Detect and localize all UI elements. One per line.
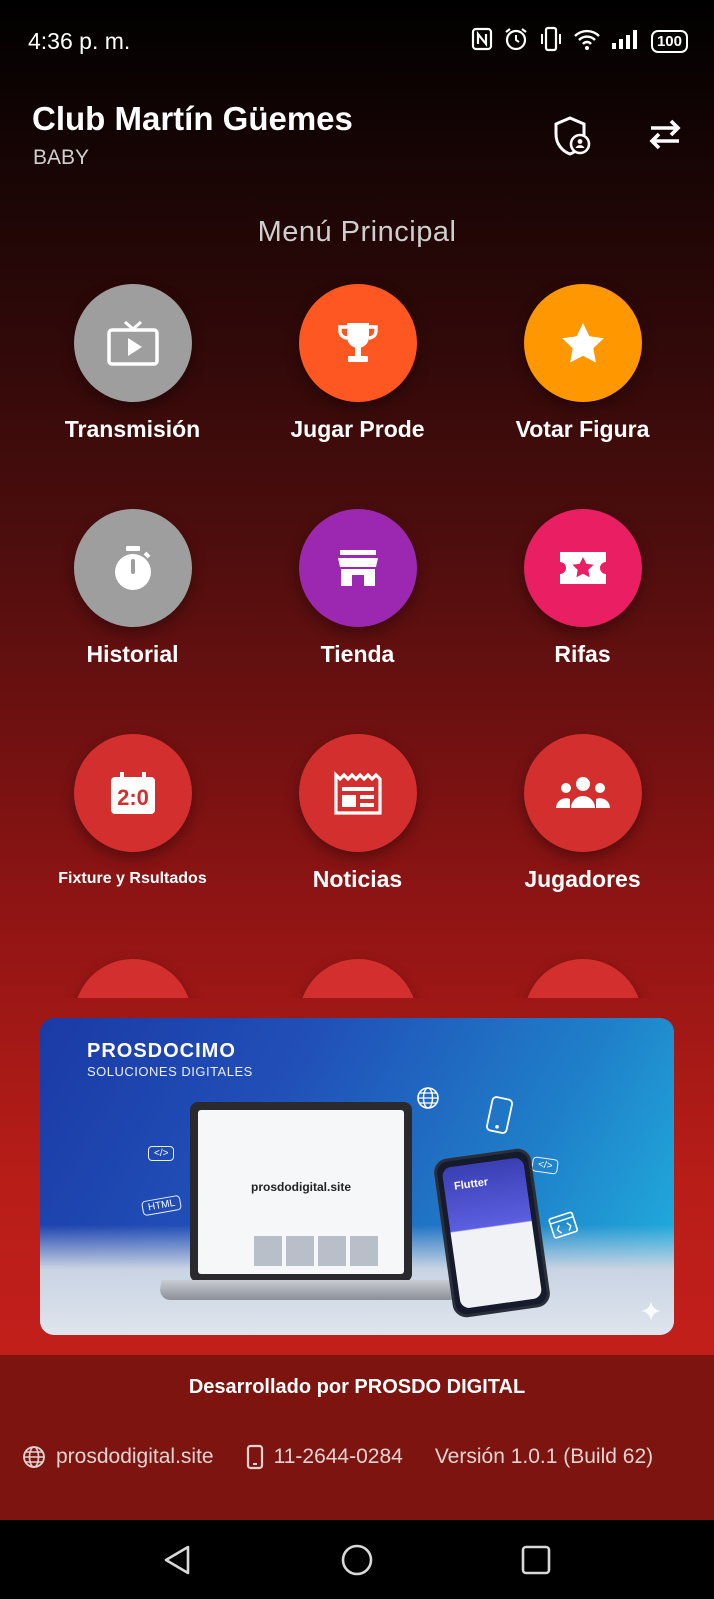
phone-text: 11-2644-0284 — [273, 1445, 403, 1468]
footer-info-row: prosdodigital.site 11-2644-0284 Versión … — [22, 1444, 653, 1470]
menu-item-jugadores[interactable]: Jugadores — [470, 734, 695, 893]
menu-label: Rifas — [554, 641, 611, 667]
menu-label: Historial — [86, 641, 179, 667]
banner-brand-sub: SOLUCIONES DIGITALES — [87, 1064, 253, 1079]
menu-label: Votar Figura — [515, 416, 650, 442]
code-tag: </> — [148, 1146, 175, 1161]
menu-icon — [73, 959, 192, 998]
phone-label: Flutter — [453, 1176, 489, 1193]
back-icon[interactable] — [160, 1542, 196, 1578]
menu-label: Jugadores — [524, 866, 641, 892]
app-screen: 4:36 p. m. 100 Club Martín Güemes BABY M… — [0, 0, 714, 1520]
menu-label: Transmisión — [64, 416, 201, 442]
menu-item-more-1[interactable] — [20, 959, 245, 998]
star-icon — [523, 284, 642, 402]
menu-label: Tienda — [320, 641, 395, 667]
promo-banner[interactable]: PROSDOCIMO SOLUCIONES DIGITALES </> HTML… — [40, 1018, 674, 1335]
store-icon — [298, 509, 417, 627]
menu-item-noticias[interactable]: Noticias — [245, 734, 470, 893]
trophy-icon — [298, 284, 417, 402]
phone-screen: Flutter — [441, 1156, 543, 1310]
laptop-site-text: prosdodigital.site — [250, 1180, 351, 1194]
menu-item-more-3[interactable] — [470, 959, 695, 998]
menu-grid: Menú Principal Transmisión Jugar Prode V… — [0, 0, 714, 998]
tv-icon — [73, 284, 192, 402]
scoreboard-icon: 2:0 — [73, 734, 192, 852]
menu-item-fixture[interactable]: 2:0 Fixture y Rsultados — [20, 734, 245, 888]
banner-brand: PROSDOCIMO — [87, 1040, 236, 1062]
version-text: Versión 1.0.1 (Build 62) — [434, 1445, 654, 1468]
menu-label: Jugar Prode — [290, 416, 425, 442]
phone-link[interactable]: 11-2644-0284 — [246, 1444, 403, 1470]
system-nav-bar — [0, 1520, 714, 1599]
html-tag: HTML — [140, 1194, 183, 1217]
menu-icon — [298, 959, 417, 998]
group-icon — [523, 734, 642, 852]
menu-item-rifas[interactable]: Rifas — [470, 509, 695, 668]
globe-icon — [416, 1086, 440, 1115]
code-tag: </> — [531, 1156, 560, 1175]
menu-label: Fixture y Rsultados — [58, 870, 207, 887]
svg-text:2:0: 2:0 — [117, 785, 149, 810]
stopwatch-icon — [73, 509, 192, 627]
home-icon[interactable] — [339, 1542, 375, 1578]
recents-icon[interactable] — [518, 1542, 554, 1578]
globe-icon — [22, 1445, 46, 1469]
menu-item-votar-figura[interactable]: Votar Figura — [470, 284, 695, 443]
developer-credit: Desarrollado por PROSDO DIGITAL — [188, 1376, 526, 1398]
menu-title: Menú Principal — [257, 216, 457, 248]
website-link[interactable]: prosdodigital.site — [22, 1445, 214, 1469]
laptop-base — [158, 1280, 464, 1300]
menu-icon — [523, 959, 642, 998]
laptop-screen: prosdodigital.site — [198, 1110, 404, 1274]
menu-item-historial[interactable]: Historial — [20, 509, 245, 668]
ticket-icon — [523, 509, 642, 627]
mobile-icon — [483, 1094, 515, 1141]
laptop-thumbnails — [254, 1236, 378, 1266]
sparkle-icon — [640, 1300, 662, 1327]
menu-item-tienda[interactable]: Tienda — [245, 509, 470, 668]
menu-item-more-2[interactable] — [245, 959, 470, 998]
phone-mockup: Flutter — [432, 1146, 552, 1320]
newspaper-icon — [298, 734, 417, 852]
menu-item-transmision[interactable]: Transmisión — [20, 284, 245, 443]
website-text: prosdodigital.site — [56, 1445, 214, 1468]
smartphone-icon — [246, 1444, 264, 1470]
menu-item-jugar-prode[interactable]: Jugar Prode — [245, 284, 470, 443]
menu-label: Noticias — [312, 866, 403, 892]
laptop-mockup: prosdodigital.site — [190, 1102, 412, 1282]
